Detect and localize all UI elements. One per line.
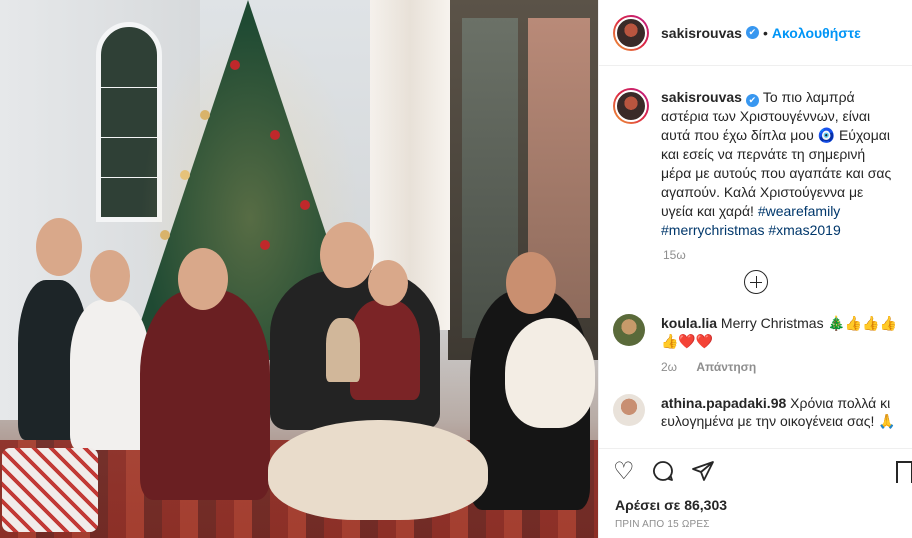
verified-icon: ✔: [745, 26, 759, 39]
comments-section[interactable]: sakisrouvas ✔ Το πιο λαμπρά αστέρια των Χ…: [599, 66, 912, 448]
share-icon[interactable]: [691, 459, 715, 489]
post-timestamp[interactable]: ΠΡΙΝ ΑΠΟ 15 ΩΡΕΣ: [599, 513, 912, 530]
post-header: sakisrouvas ✔ • Ακολουθήστε: [599, 0, 912, 66]
post-photo[interactable]: [0, 0, 598, 538]
photo-dog-white: [505, 318, 595, 428]
header-separator: •: [762, 24, 768, 41]
bookmark-icon[interactable]: [896, 461, 912, 483]
commenter-username[interactable]: athina.papadaki.98: [661, 395, 786, 411]
author-avatar[interactable]: [613, 14, 649, 51]
comment-item: athina.papadaki.98 Χρόνια πολλά κι ευλογ…: [599, 394, 912, 430]
photo-dog-golden: [268, 420, 488, 520]
hashtag-link[interactable]: #wearefamily: [758, 203, 840, 219]
caption-avatar[interactable]: [613, 88, 649, 124]
author-username[interactable]: sakisrouvas: [661, 25, 742, 41]
hashtag-link[interactable]: #merrychristmas: [661, 222, 764, 238]
commenter-username[interactable]: koula.lia: [661, 315, 717, 331]
hashtag-link[interactable]: #xmas2019: [768, 222, 840, 238]
caption: sakisrouvas ✔ Το πιο λαμπρά αστέρια των Χ…: [599, 66, 912, 240]
caption-age[interactable]: 15ω: [663, 248, 912, 262]
load-more-comments-icon[interactable]: [744, 270, 768, 294]
photo-gift-box: [326, 318, 360, 382]
verified-icon: ✔: [745, 94, 759, 107]
comment-item: koula.lia Merry Christmas 🎄👍👍👍👍❤️❤️: [599, 314, 912, 350]
caption-username[interactable]: sakisrouvas: [661, 89, 742, 105]
post-side-panel: sakisrouvas ✔ • Ακολουθήστε sakisrouvas ✔…: [598, 0, 912, 538]
photo-wrapped-gift: [2, 448, 98, 532]
reply-button[interactable]: Απάντηση: [696, 360, 756, 374]
post-actions: ♡ Αρέσει σε 86,303 ΠΡΙΝ ΑΠΟ 15 ΩΡΕΣ: [599, 448, 912, 538]
caption-text: Το πιο λαμπρά αστέρια των Χριστουγέννων,…: [661, 89, 892, 219]
commenter-avatar[interactable]: [613, 314, 645, 346]
commenter-avatar[interactable]: [613, 394, 645, 426]
follow-button[interactable]: Ακολουθήστε: [772, 25, 861, 41]
comment-meta: 2ω Απάντηση: [661, 360, 912, 374]
comment-age[interactable]: 2ω: [661, 360, 677, 374]
comment-icon[interactable]: [651, 459, 675, 489]
heart-icon[interactable]: ♡: [613, 459, 635, 489]
likes-count[interactable]: Αρέσει σε 86,303: [599, 489, 912, 513]
